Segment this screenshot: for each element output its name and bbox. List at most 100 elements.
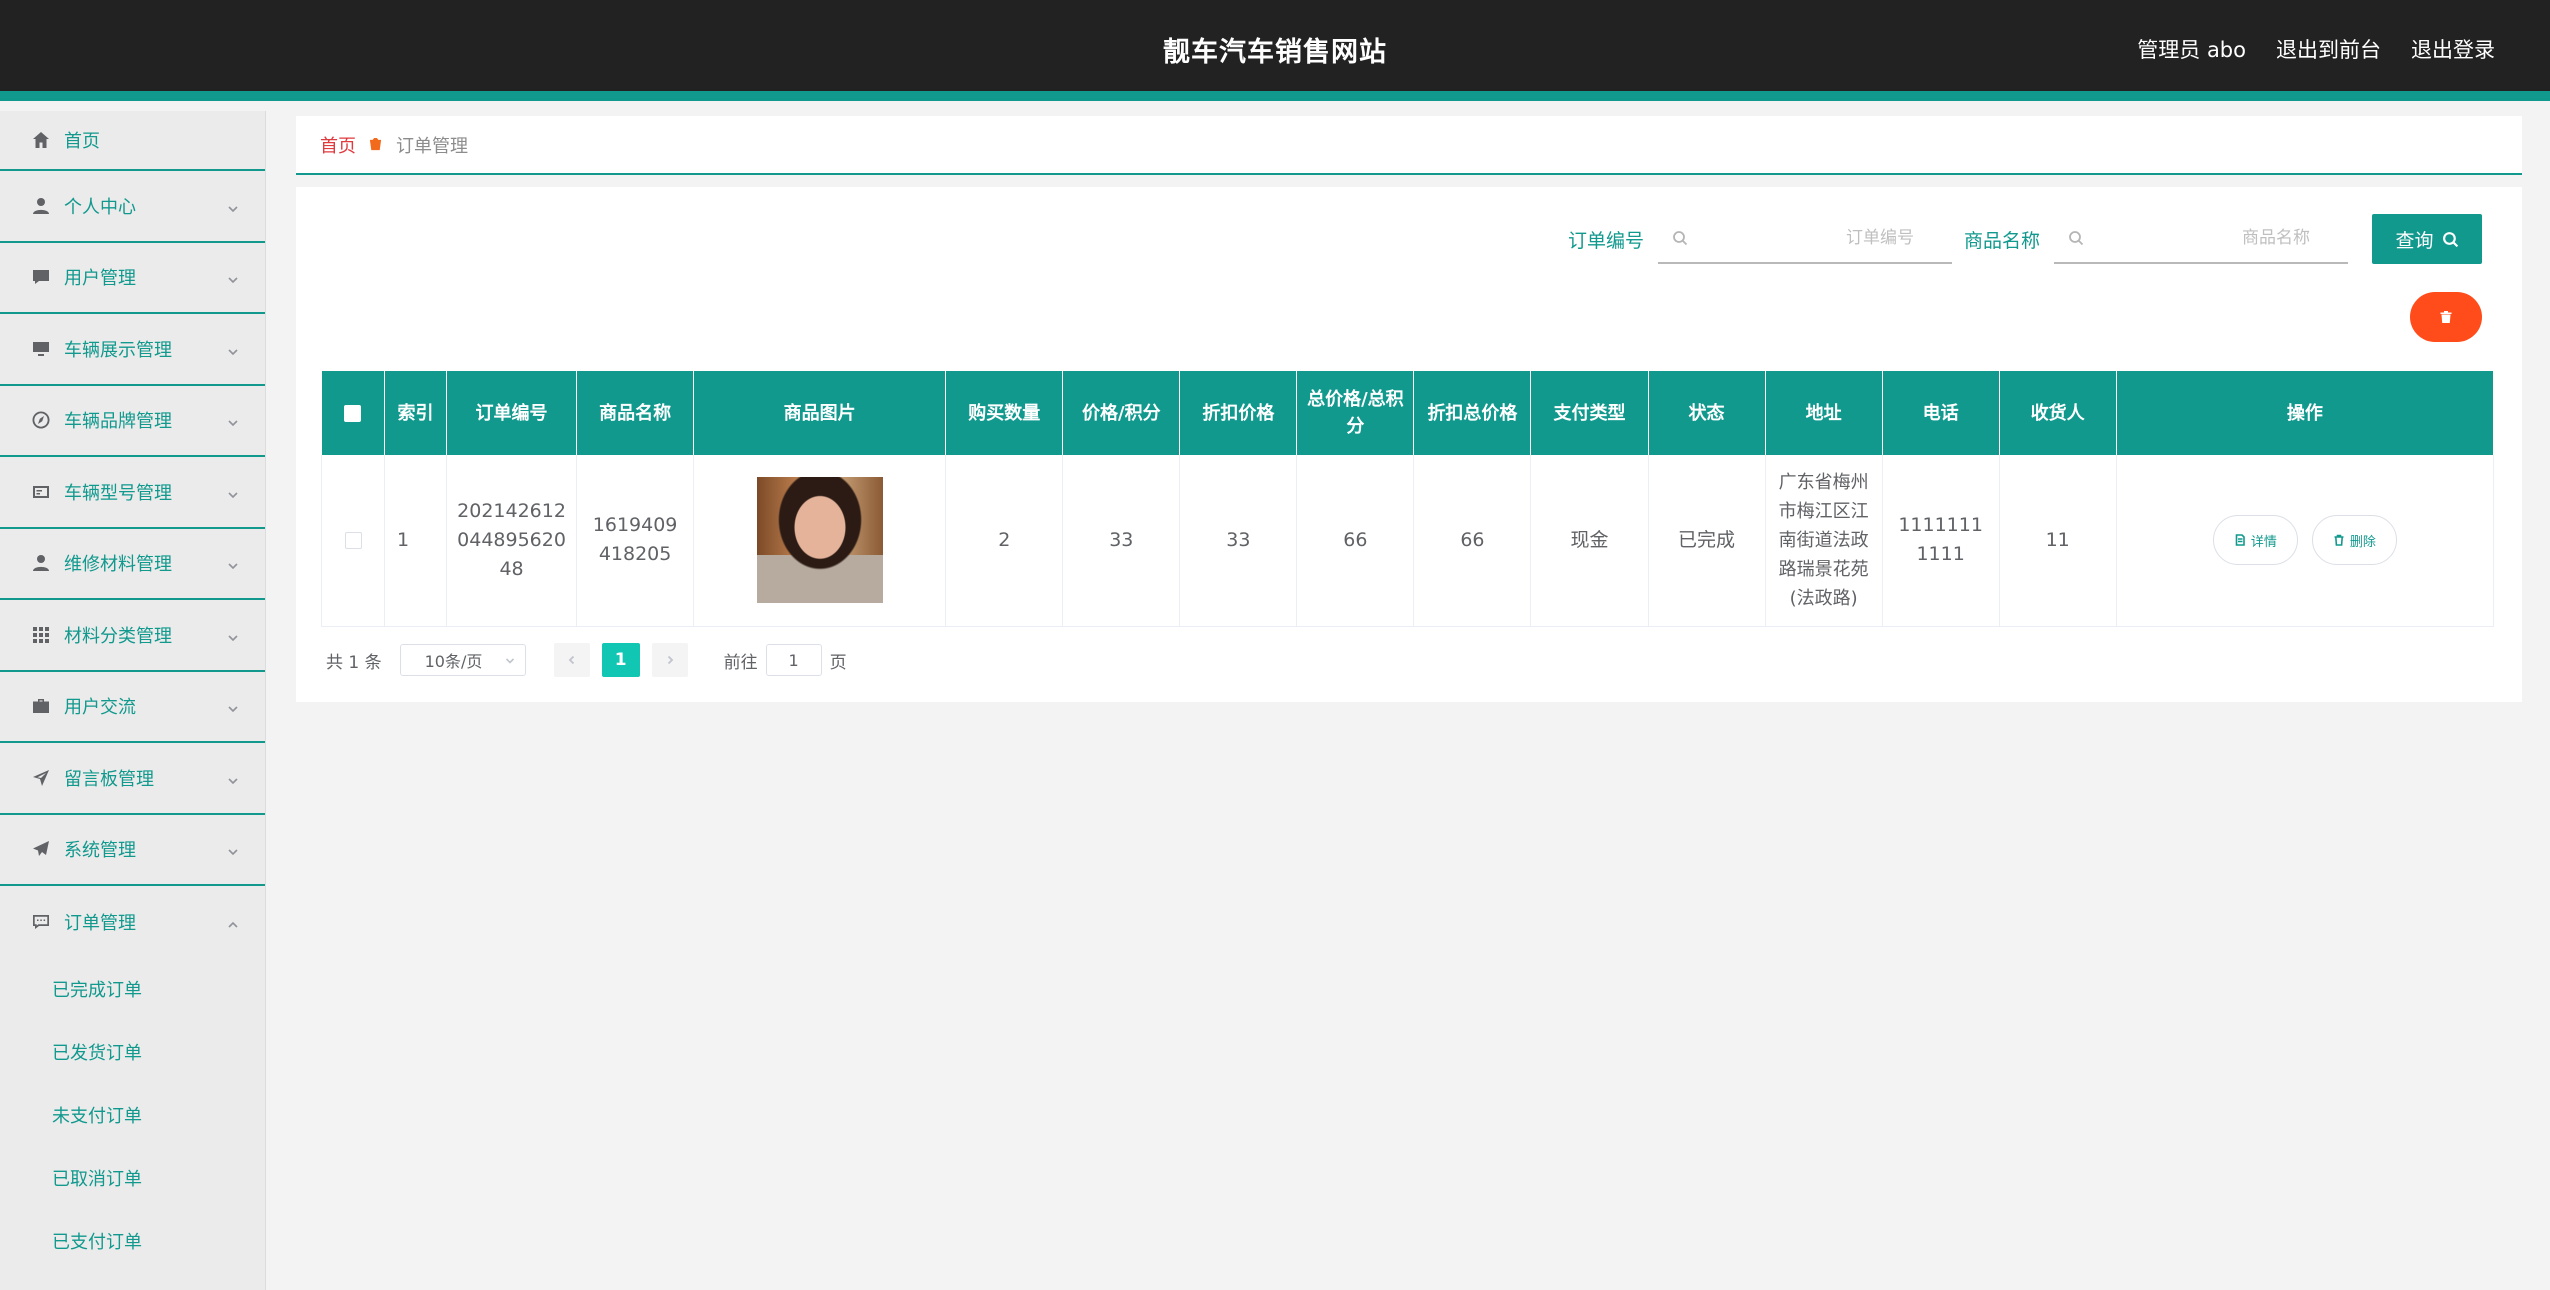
sidebar-item-label: 车辆品牌管理 (64, 411, 172, 433)
goto-suffix: 页 (829, 652, 847, 673)
sidebar-item-vehicle-model[interactable]: 车辆型号管理 (0, 457, 265, 529)
address-cell: 广东省梅州市梅江区江南街道法政路瑞景花苑(法政路) (1765, 455, 1883, 627)
submenu-item-paid-orders[interactable]: 已支付订单 (0, 1210, 265, 1273)
compass-icon (30, 409, 52, 431)
breadcrumb: 首页 订单管理 (296, 116, 2522, 175)
user-icon (30, 195, 52, 217)
column-header: 地址 (1765, 371, 1883, 455)
sidebar-item-user-management[interactable]: 用户管理 (0, 243, 265, 314)
submenu-item-cancelled-orders[interactable]: 已取消订单 (0, 1147, 265, 1210)
prev-page-button[interactable] (553, 643, 590, 677)
chevron-down-icon (227, 772, 239, 784)
column-header: 总价格/总积分 (1296, 371, 1415, 455)
order-no-field (1657, 214, 1952, 264)
pay-type-cell: 现金 (1530, 455, 1649, 627)
sidebar-item-label: 用户交流 (64, 697, 136, 719)
column-header: 折扣总价格 (1413, 371, 1532, 455)
goto-page-input[interactable] (765, 644, 822, 676)
select-all-checkbox[interactable] (344, 405, 362, 422)
sidebar-item-personal-center[interactable]: 个人中心 (0, 171, 265, 243)
price-cell: 33 (1062, 455, 1181, 627)
sidebar-item-label: 个人中心 (64, 196, 136, 218)
sidebar-item-repair-material[interactable]: 维修材料管理 (0, 529, 265, 600)
column-header: 收货人 (1999, 371, 2117, 455)
order-no-cell: 202142612044895620 48 (446, 455, 578, 627)
search-icon (2442, 231, 2458, 247)
chevron-down-icon (227, 557, 239, 570)
order-list-panel: 订单编号 商品名称 查询 索引 订单编号 商品 (296, 187, 2522, 702)
order-submenu: 已完成订单 已发货订单 未支付订单 已取消订单 已支付订单 (0, 958, 265, 1273)
sidebar-item-label: 材料分类管理 (64, 625, 172, 647)
chevron-down-icon (227, 343, 239, 355)
product-name-label: 商品名称 (1963, 229, 2040, 252)
breadcrumb-home-link[interactable]: 首页 (320, 132, 356, 158)
search-form: 订单编号 商品名称 查询 (1568, 214, 2482, 264)
column-header: 订单编号 (446, 371, 578, 455)
column-header: 折扣价格 (1179, 371, 1298, 455)
chevron-down-icon (227, 843, 239, 856)
query-button[interactable]: 查询 (2372, 214, 2482, 264)
sidebar-item-vehicle-display[interactable]: 车辆展示管理 (0, 314, 265, 386)
top-header: 靓车汽车销售网站 管理员 abo 退出到前台 退出登录 (0, 0, 2550, 101)
product-name-field (2054, 214, 2348, 264)
exit-to-front-link[interactable]: 退出到前台 (2276, 34, 2381, 64)
grid-icon (30, 624, 52, 646)
column-header: 操作 (2116, 371, 2495, 455)
sidebar-item-system-management[interactable]: 系统管理 (0, 815, 265, 886)
sidebar-item-material-category[interactable]: 材料分类管理 (0, 600, 265, 672)
column-header: 商品名称 (576, 371, 695, 455)
submenu-item-shipped-orders[interactable]: 已发货订单 (0, 1021, 265, 1084)
row-checkbox[interactable] (344, 531, 362, 549)
product-name-input[interactable] (2054, 214, 2348, 262)
order-no-label: 订单编号 (1567, 229, 1644, 252)
chevron-down-icon (227, 629, 239, 641)
monitor-icon (30, 338, 52, 360)
discount-total-cell: 66 (1413, 455, 1532, 627)
page-number-current[interactable]: 1 (601, 643, 640, 677)
search-icon (2068, 230, 2084, 246)
goto-prefix: 前往 (723, 652, 758, 673)
sidebar-item-label: 订单管理 (64, 912, 136, 934)
receiver-cell: 11 (1999, 455, 2117, 627)
detail-button[interactable]: 详情 (2212, 515, 2298, 566)
sidebar-item-user-exchange[interactable]: 用户交流 (0, 672, 265, 743)
navigation-icon (30, 767, 52, 789)
submenu-item-completed-orders[interactable]: 已完成订单 (0, 958, 265, 1021)
sidebar-item-label: 首页 (64, 131, 100, 152)
order-no-input[interactable] (1657, 214, 1952, 262)
chevron-left-icon (568, 655, 574, 665)
page-size-select[interactable]: 10条/页 (399, 644, 526, 676)
chevron-down-icon (227, 414, 239, 427)
select-all-header (321, 371, 386, 455)
order-table: 索引 订单编号 商品名称 商品图片 购买数量 价格/积分 折扣价格 总价格/总积… (320, 371, 2495, 627)
sidebar-item-label: 车辆型号管理 (64, 482, 172, 504)
card-icon (30, 481, 52, 503)
sidebar-item-label: 用户管理 (64, 268, 136, 290)
logout-link[interactable]: 退出登录 (2411, 34, 2495, 64)
table-row: 1 202142612044895620 48 1619409418205 2 … (320, 455, 2495, 627)
sidebar-item-home[interactable]: 首页 (0, 111, 265, 171)
delete-button-label: 删除 (2349, 534, 2376, 550)
trash-icon (2334, 534, 2344, 547)
query-button-label: 查询 (2395, 229, 2434, 252)
search-icon (1672, 230, 1688, 246)
sidebar-item-vehicle-brand[interactable]: 车辆品牌管理 (0, 386, 265, 457)
row-select-cell (320, 455, 386, 627)
column-header: 价格/积分 (1062, 371, 1181, 455)
status-cell: 已完成 (1648, 455, 1766, 627)
product-image-cell (693, 455, 947, 627)
briefcase-icon (30, 695, 52, 717)
sidebar-item-label: 维修材料管理 (64, 554, 172, 576)
submenu-item-unpaid-orders[interactable]: 未支付订单 (0, 1084, 265, 1147)
chevron-down-icon (227, 200, 239, 212)
message-icon (30, 911, 52, 933)
next-page-button[interactable] (651, 643, 688, 677)
index-cell: 1 (384, 455, 448, 627)
chevron-right-icon (667, 655, 673, 665)
sidebar-item-message-board[interactable]: 留言板管理 (0, 743, 265, 815)
sidebar-item-order-management[interactable]: 订单管理 (0, 886, 265, 958)
delete-button[interactable]: 删除 (2311, 515, 2397, 566)
product-name-cell: 1619409418205 (576, 455, 695, 627)
batch-delete-button[interactable] (2410, 292, 2482, 342)
sidebar-item-label: 车辆展示管理 (64, 339, 172, 361)
